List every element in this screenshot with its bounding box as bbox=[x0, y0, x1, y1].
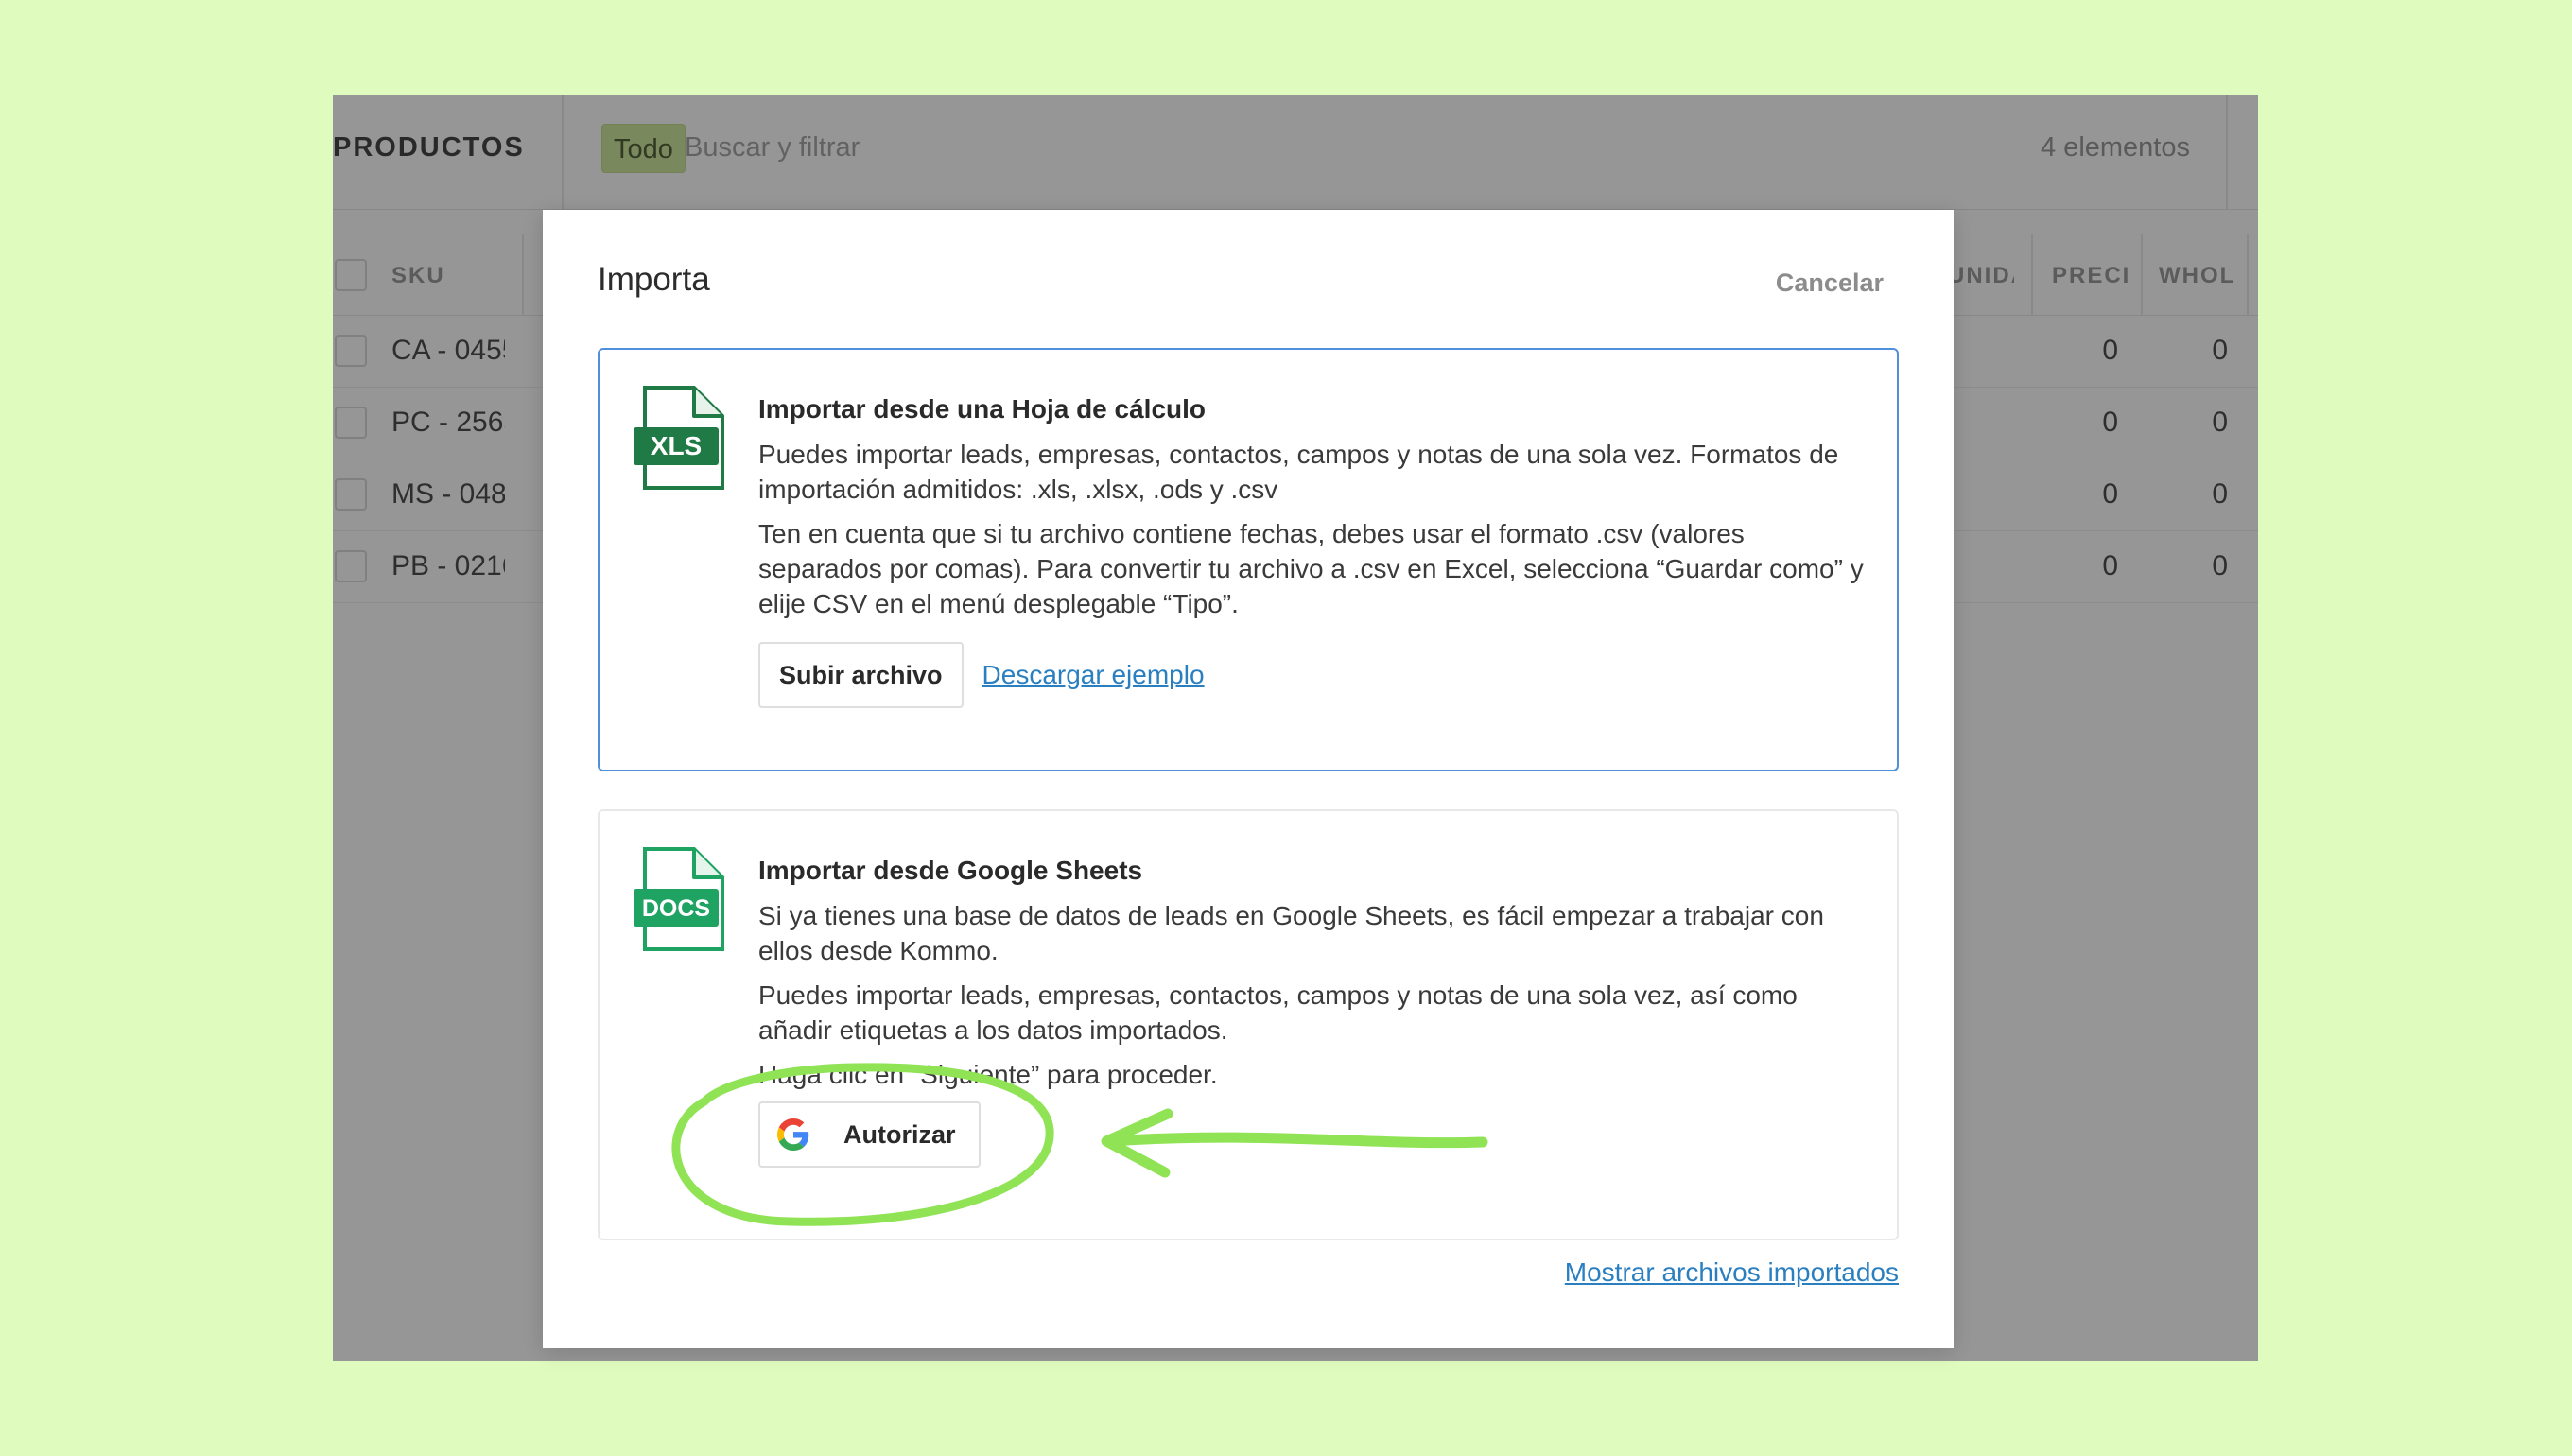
upload-file-button[interactable]: Subir archivo bbox=[758, 642, 964, 708]
authorize-label: Autorizar bbox=[843, 1119, 956, 1149]
modal-title: Importa bbox=[598, 261, 710, 298]
spreadsheet-actions: Subir archivo Descargar ejemplo bbox=[758, 642, 1865, 708]
import-modal: Importa Cancelar XLS Importar desde una … bbox=[543, 210, 1954, 1348]
spreadsheet-card-description: Puedes importar leads, empresas, contact… bbox=[758, 440, 1839, 504]
docs-file-icon: DOCS bbox=[634, 847, 724, 951]
sheets-card-title: Importar desde Google Sheets bbox=[758, 856, 1143, 885]
docs-icon-label: DOCS bbox=[642, 895, 710, 922]
sheets-card-instruction: Haga clic en “Siguiente” para proceder. bbox=[758, 1060, 1218, 1089]
sheets-card-note: Puedes importar leads, empresas, contact… bbox=[758, 980, 1798, 1045]
sheets-card-content: Importar desde Google Sheets Si ya tiene… bbox=[758, 853, 1865, 1168]
sheets-card-description: Si ya tienes una base de datos de leads … bbox=[758, 901, 1824, 965]
cancel-button[interactable]: Cancelar bbox=[1776, 269, 1884, 298]
authorize-button[interactable]: Autorizar bbox=[758, 1101, 981, 1168]
spreadsheet-import-card[interactable]: XLS Importar desde una Hoja de cálculo P… bbox=[598, 348, 1899, 771]
download-example-link[interactable]: Descargar ejemplo bbox=[982, 660, 1205, 690]
xls-file-icon: XLS bbox=[634, 386, 724, 490]
google-icon bbox=[777, 1118, 809, 1151]
xls-icon-label: XLS bbox=[651, 431, 702, 460]
google-sheets-import-card[interactable]: DOCS Importar desde Google Sheets Si ya … bbox=[598, 809, 1899, 1240]
sheets-actions: Autorizar bbox=[758, 1101, 1865, 1168]
spreadsheet-card-content: Importar desde una Hoja de cálculo Puede… bbox=[758, 391, 1865, 708]
spreadsheet-card-note: Ten en cuenta que si tu archivo contiene… bbox=[758, 519, 1864, 618]
spreadsheet-card-title: Importar desde una Hoja de cálculo bbox=[758, 394, 1207, 424]
show-imported-files-link[interactable]: Mostrar archivos importados bbox=[1565, 1257, 1899, 1288]
